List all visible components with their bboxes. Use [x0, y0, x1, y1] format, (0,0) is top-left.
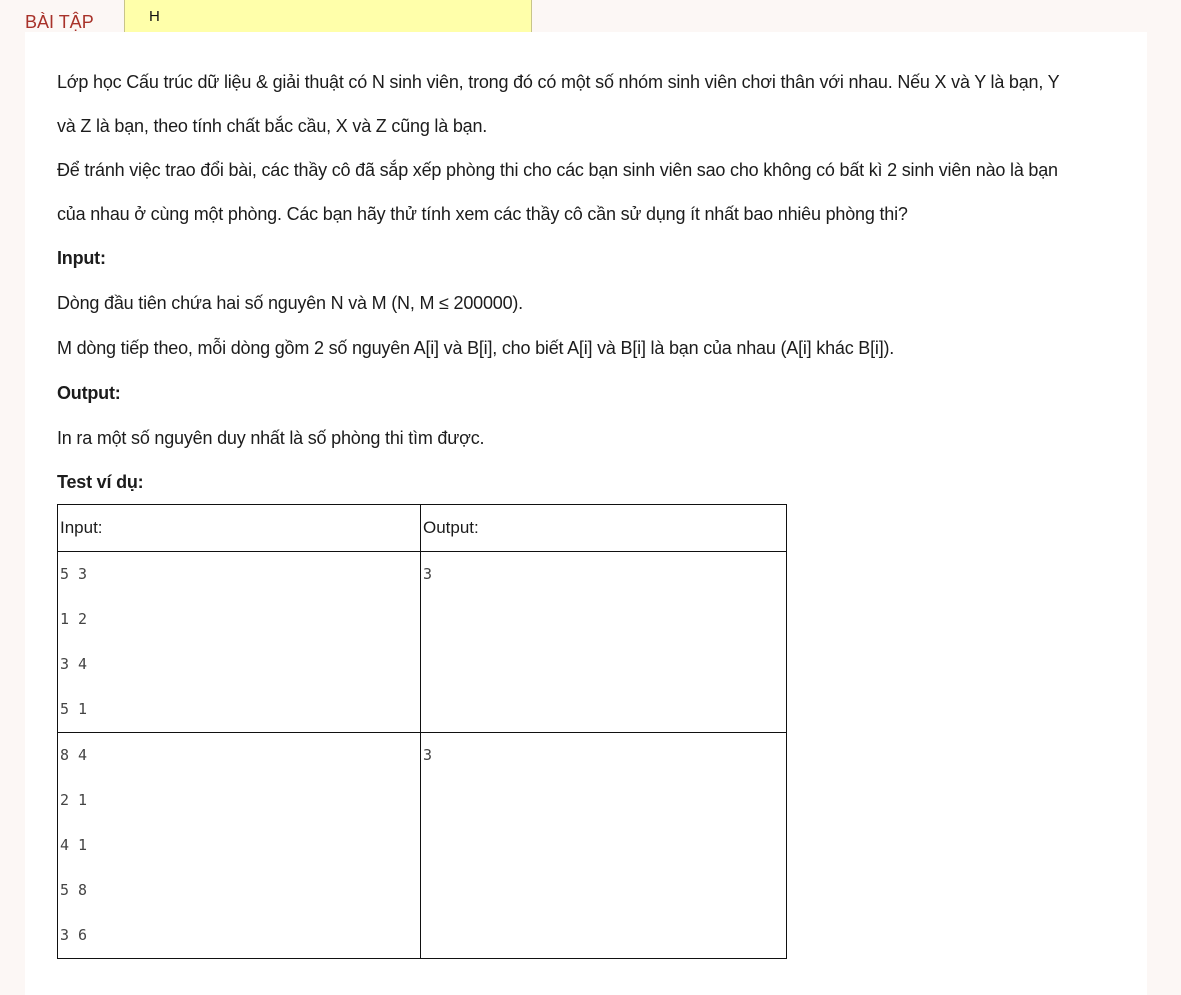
- input-line: 8 4: [60, 746, 88, 764]
- example-output-cell: 3: [420, 551, 787, 733]
- table-header-row: Input: Output:: [57, 504, 787, 552]
- input-line: 4 1: [60, 836, 88, 854]
- table-row: 8 4 2 1 4 1 5 8 3 6 3: [57, 732, 787, 959]
- statement-line: và Z là bạn, theo tính chất bắc cầu, X v…: [57, 116, 488, 136]
- input-column-header: Input:: [57, 504, 421, 552]
- input-line: 1 2: [60, 610, 88, 628]
- tab-bai-tap[interactable]: BÀI TẬP: [25, 12, 94, 33]
- examples-heading: Test ví dụ:: [57, 472, 144, 492]
- input-heading: Input:: [57, 248, 106, 268]
- output-line: 3: [423, 565, 433, 583]
- statement-line: Lớp học Cấu trúc dữ liệu & giải thuật có…: [57, 72, 1060, 92]
- input-line: 5 3: [60, 565, 88, 583]
- examples-table: Input: Output: 5 3 1 2 3 4 5 1 3 8 4 2 1…: [57, 504, 787, 959]
- input-line: 3 6: [60, 926, 88, 944]
- input-line: 3 4: [60, 655, 88, 673]
- output-heading: Output:: [57, 383, 121, 403]
- statement-line: Để tránh việc trao đổi bài, các thầy cô …: [57, 160, 1058, 180]
- output-description: In ra một số nguyên duy nhất là số phòng…: [57, 428, 485, 448]
- example-output-cell: 3: [420, 732, 787, 959]
- example-input-cell: 8 4 2 1 4 1 5 8 3 6: [57, 732, 421, 959]
- note-text: H: [149, 8, 160, 25]
- statement-line: của nhau ở cùng một phòng. Các bạn hãy t…: [57, 204, 908, 224]
- table-row: 5 3 1 2 3 4 5 1 3: [57, 551, 787, 733]
- input-line: 5 1: [60, 700, 88, 718]
- example-input-cell: 5 3 1 2 3 4 5 1: [57, 551, 421, 733]
- input-description: Dòng đầu tiên chứa hai số nguyên N và M …: [57, 293, 523, 313]
- input-line: 5 8: [60, 881, 88, 899]
- output-column-header: Output:: [420, 504, 787, 552]
- problem-content: Lớp học Cấu trúc dữ liệu & giải thuật có…: [25, 32, 1147, 995]
- input-description: M dòng tiếp theo, mỗi dòng gồm 2 số nguy…: [57, 338, 895, 358]
- output-line: 3: [423, 746, 433, 764]
- input-line: 2 1: [60, 791, 88, 809]
